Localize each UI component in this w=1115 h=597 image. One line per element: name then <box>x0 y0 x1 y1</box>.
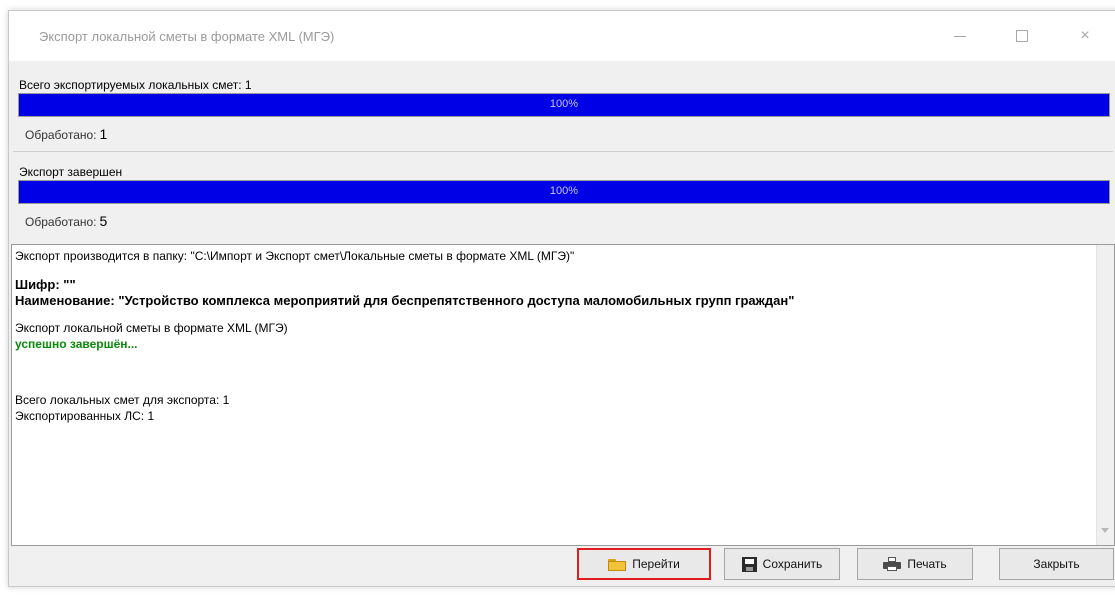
close-icon: × <box>1080 27 1090 44</box>
progress-panel-total: Всего экспортируемых локальных смет: 1 1… <box>13 71 1113 152</box>
maximize-button[interactable] <box>1004 21 1040 51</box>
processed-label: Обработано: <box>25 215 97 229</box>
log-scrollbar[interactable] <box>1096 245 1114 545</box>
progress-label: Всего экспортируемых локальных смет: 1 <box>19 78 252 92</box>
progress-percent: 100% <box>549 98 579 110</box>
save-button-label: Сохранить <box>762 557 823 571</box>
go-button-label: Перейти <box>632 557 680 571</box>
processed-count: 1 <box>99 126 108 142</box>
folder-icon <box>608 558 627 571</box>
log-name-line: Наименование: "Устройство комплекса меро… <box>15 293 795 308</box>
maximize-icon <box>1016 30 1028 42</box>
close-button[interactable]: Закрыть <box>999 548 1114 580</box>
progress-bar: 100% <box>18 93 1110 117</box>
log-textarea[interactable]: Экспорт производится в папку: "C:\Импорт… <box>11 244 1115 546</box>
minimize-button[interactable] <box>942 21 978 51</box>
progress-bar: 100% <box>18 180 1110 204</box>
close-button-label: Закрыть <box>1033 557 1080 571</box>
go-to-folder-button[interactable]: Перейти <box>577 548 711 580</box>
print-button[interactable]: Печать <box>857 548 973 580</box>
processed-status: Обработано: 5 <box>25 213 107 229</box>
printer-icon <box>883 557 902 571</box>
log-folder-line: Экспорт производится в папку: "C:\Импорт… <box>15 249 575 263</box>
progress-label: Экспорт завершен <box>19 165 123 179</box>
progress-percent: 100% <box>549 185 579 197</box>
log-success-line: успешно завершён... <box>15 337 138 351</box>
processed-count: 5 <box>99 213 108 229</box>
floppy-disk-icon <box>741 556 757 572</box>
log-total-line: Всего локальных смет для экспорта: 1 <box>15 393 230 407</box>
processed-status: Обработано: 1 <box>25 126 107 142</box>
minimize-icon <box>954 35 966 37</box>
title-bar: Экспорт локальной сметы в формате XML (М… <box>9 11 1115 61</box>
print-button-label: Печать <box>907 557 947 571</box>
log-cipher-line: Шифр: "" <box>15 277 76 292</box>
close-window-button[interactable]: × <box>1067 21 1103 51</box>
export-dialog: Экспорт локальной сметы в формате XML (М… <box>8 10 1115 587</box>
log-exported-line: Экспортированных ЛС: 1 <box>15 409 155 423</box>
save-button[interactable]: Сохранить <box>724 548 840 580</box>
processed-label: Обработано: <box>25 128 97 142</box>
window-title: Экспорт локальной сметы в формате XML (М… <box>39 29 335 44</box>
scroll-down-arrow-icon[interactable] <box>1101 528 1109 533</box>
log-export-line: Экспорт локальной сметы в формате XML (М… <box>15 321 288 335</box>
progress-panel-export: Экспорт завершен 100% Обработано: 5 <box>13 158 1113 240</box>
